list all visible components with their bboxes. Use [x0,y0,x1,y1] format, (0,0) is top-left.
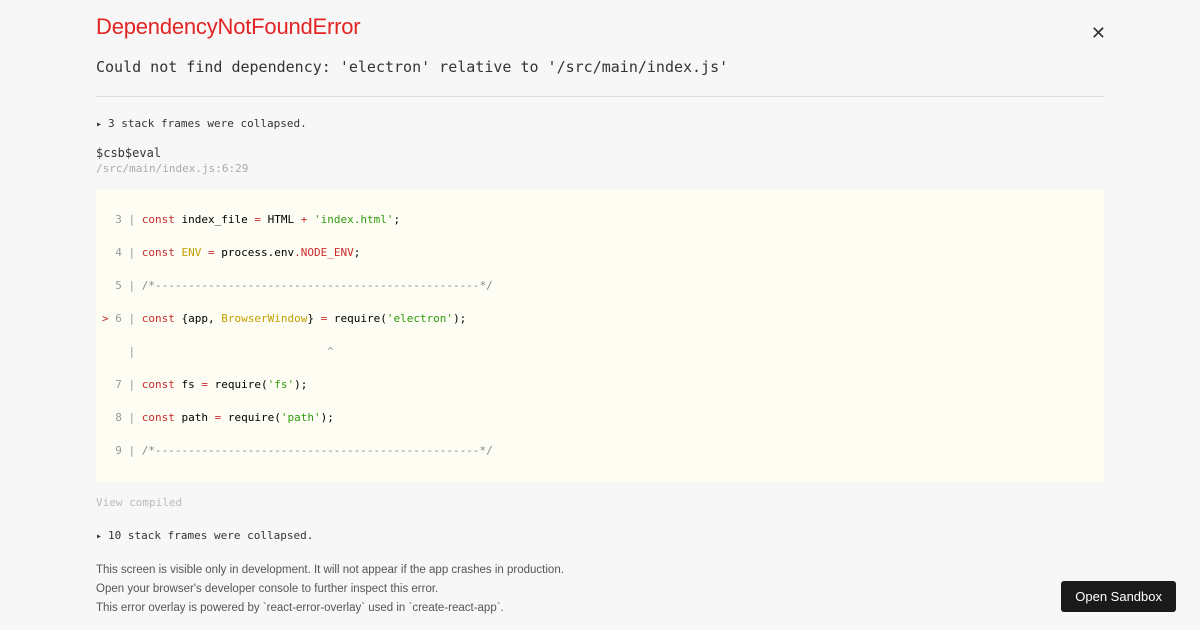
frame-label: $csb$eval [96,146,1104,160]
view-compiled-link[interactable]: View compiled [96,496,1104,509]
frame-location: /src/main/index.js:6:29 [96,162,1104,175]
footer-line: This error overlay is powered by `react-… [96,600,1104,617]
footer-line: Open your browser's developer console to… [96,581,1104,598]
footer-line: This screen is visible only in developme… [96,562,1104,579]
divider [96,96,1104,97]
code-block: 3 | const index_file = HTML + 'index.htm… [96,189,1104,482]
footer-text: This screen is visible only in developme… [96,562,1104,618]
close-icon[interactable]: ✕ [1091,24,1106,42]
collapsed-frames-top[interactable]: 3 stack frames were collapsed. [96,117,1104,130]
open-sandbox-button[interactable]: Open Sandbox [1061,581,1176,612]
error-message: Could not find dependency: 'electron' re… [96,58,1104,76]
error-title: DependencyNotFoundError [96,14,1104,40]
collapsed-frames-bottom[interactable]: 10 stack frames were collapsed. [96,529,1104,542]
